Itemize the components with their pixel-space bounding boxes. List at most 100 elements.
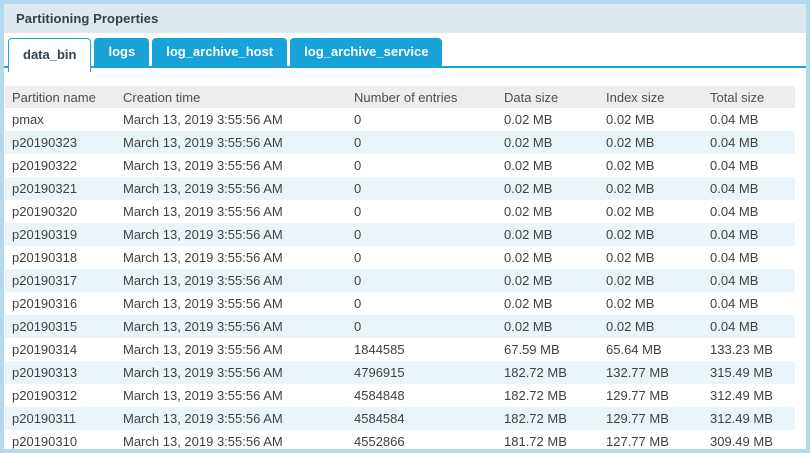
entries-cell: 0 <box>354 227 504 242</box>
index-size-cell: 0.02 MB <box>606 112 710 127</box>
total-size-cell: 133.23 MB <box>710 342 795 357</box>
data-size-cell: 0.02 MB <box>504 158 606 173</box>
total-size-cell: 309.49 MB <box>710 434 795 449</box>
data-size-cell: 182.72 MB <box>504 388 606 403</box>
entries-cell: 0 <box>354 181 504 196</box>
creation-time-cell: March 13, 2019 3:55:56 AM <box>123 434 354 449</box>
partitioning-properties-panel: Partitioning Properties data_binlogslog_… <box>0 0 810 453</box>
tab-log_archive_host[interactable]: log_archive_host <box>152 38 287 66</box>
index-size-cell: 0.02 MB <box>606 204 710 219</box>
table-row: p20190323March 13, 2019 3:55:56 AM00.02 … <box>5 131 795 154</box>
total-size-cell: 315.49 MB <box>710 365 795 380</box>
data-size-cell: 0.02 MB <box>504 319 606 334</box>
table-row: p20190315March 13, 2019 3:55:56 AM00.02 … <box>5 315 795 338</box>
data-size-cell: 0.02 MB <box>504 112 606 127</box>
total-size-cell: 0.04 MB <box>710 227 795 242</box>
panel-titlebar: Partitioning Properties <box>4 4 806 33</box>
table-row: p20190313March 13, 2019 3:55:56 AM479691… <box>5 361 795 384</box>
creation-time-cell: March 13, 2019 3:55:56 AM <box>123 250 354 265</box>
column-header-total-size: Total size <box>710 90 795 105</box>
entries-cell: 0 <box>354 135 504 150</box>
panel-title: Partitioning Properties <box>16 11 158 26</box>
data-size-cell: 0.02 MB <box>504 250 606 265</box>
creation-time-cell: March 13, 2019 3:55:56 AM <box>123 204 354 219</box>
column-header-creation-time: Creation time <box>123 90 354 105</box>
partitions-table: Partition name Creation time Number of e… <box>4 86 806 453</box>
data-size-cell: 182.72 MB <box>504 365 606 380</box>
partition-name-cell: p20190310 <box>12 434 123 449</box>
partition-name-cell: p20190311 <box>12 411 123 426</box>
partition-name-cell: p20190321 <box>12 181 123 196</box>
table-row: p20190312March 13, 2019 3:55:56 AM458484… <box>5 384 795 407</box>
partition-name-cell: p20190318 <box>12 250 123 265</box>
total-size-cell: 0.04 MB <box>710 250 795 265</box>
entries-cell: 0 <box>354 112 504 127</box>
table-row: p20190321March 13, 2019 3:55:56 AM00.02 … <box>5 177 795 200</box>
partition-name-cell: p20190314 <box>12 342 123 357</box>
tab-logs[interactable]: logs <box>94 38 149 66</box>
index-size-cell: 129.77 MB <box>606 411 710 426</box>
entries-cell: 0 <box>354 158 504 173</box>
total-size-cell: 0.04 MB <box>710 204 795 219</box>
creation-time-cell: March 13, 2019 3:55:56 AM <box>123 112 354 127</box>
partition-name-cell: p20190313 <box>12 365 123 380</box>
column-header-data-size: Data size <box>504 90 606 105</box>
total-size-cell: 0.04 MB <box>710 135 795 150</box>
creation-time-cell: March 13, 2019 3:55:56 AM <box>123 365 354 380</box>
index-size-cell: 132.77 MB <box>606 365 710 380</box>
partition-name-cell: p20190322 <box>12 158 123 173</box>
partition-name-cell: pmax <box>12 112 123 127</box>
total-size-cell: 0.04 MB <box>710 319 795 334</box>
table-row: p20190316March 13, 2019 3:55:56 AM00.02 … <box>5 292 795 315</box>
partition-name-cell: p20190317 <box>12 273 123 288</box>
data-size-cell: 0.02 MB <box>504 135 606 150</box>
tab-data_bin[interactable]: data_bin <box>8 38 91 72</box>
total-size-cell: 0.04 MB <box>710 181 795 196</box>
data-size-cell: 67.59 MB <box>504 342 606 357</box>
column-header-index-size: Index size <box>606 90 710 105</box>
table-header-row: Partition name Creation time Number of e… <box>5 86 795 108</box>
table-row: p20190310March 13, 2019 3:55:56 AM455286… <box>5 430 795 453</box>
creation-time-cell: March 13, 2019 3:55:56 AM <box>123 319 354 334</box>
table-row: pmaxMarch 13, 2019 3:55:56 AM00.02 MB0.0… <box>5 108 795 131</box>
creation-time-cell: March 13, 2019 3:55:56 AM <box>123 273 354 288</box>
index-size-cell: 0.02 MB <box>606 158 710 173</box>
index-size-cell: 0.02 MB <box>606 227 710 242</box>
index-size-cell: 0.02 MB <box>606 250 710 265</box>
entries-cell: 0 <box>354 296 504 311</box>
table-row: p20190314March 13, 2019 3:55:56 AM184458… <box>5 338 795 361</box>
index-size-cell: 127.77 MB <box>606 434 710 449</box>
table-row: p20190311March 13, 2019 3:55:56 AM458458… <box>5 407 795 430</box>
creation-time-cell: March 13, 2019 3:55:56 AM <box>123 158 354 173</box>
entries-cell: 4552866 <box>354 434 504 449</box>
table-row: p20190319March 13, 2019 3:55:56 AM0 0.02 … <box>5 223 795 246</box>
table-header: Partition name Creation time Number of e… <box>5 86 806 108</box>
column-header-partition-name: Partition name <box>12 90 123 105</box>
entries-cell: 4796915 <box>354 365 504 380</box>
partition-name-cell: p20190319 <box>12 227 123 242</box>
table-row: p20190320March 13, 2019 3:55:56 AM00.02 … <box>5 200 795 223</box>
tab-strip: data_binlogslog_archive_hostlog_archive_… <box>4 38 806 72</box>
creation-time-cell: March 13, 2019 3:55:56 AM <box>123 227 354 242</box>
partition-name-cell: p20190312 <box>12 388 123 403</box>
data-size-cell: 182.72 MB <box>504 411 606 426</box>
total-size-cell: 0.04 MB <box>710 273 795 288</box>
data-size-cell: 0.02 MB <box>504 181 606 196</box>
entries-cell: 0 <box>354 273 504 288</box>
table-row: p20190317March 13, 2019 3:55:56 AM00.02 … <box>5 269 795 292</box>
total-size-cell: 312.49 MB <box>710 411 795 426</box>
partition-name-cell: p20190323 <box>12 135 123 150</box>
entries-cell: 0 <box>354 319 504 334</box>
total-size-cell: 0.04 MB <box>710 112 795 127</box>
table-row: p20190318March 13, 2019 3:55:56 AM00.02 … <box>5 246 795 269</box>
creation-time-cell: March 13, 2019 3:55:56 AM <box>123 181 354 196</box>
data-size-cell: 0.02 MB <box>504 204 606 219</box>
index-size-cell: 0.02 MB <box>606 319 710 334</box>
creation-time-cell: March 13, 2019 3:55:56 AM <box>123 342 354 357</box>
index-size-cell: 0.02 MB <box>606 181 710 196</box>
total-size-cell: 0.04 MB <box>710 296 795 311</box>
tab-log_archive_service[interactable]: log_archive_service <box>290 38 442 66</box>
partition-name-cell: p20190320 <box>12 204 123 219</box>
creation-time-cell: March 13, 2019 3:55:56 AM <box>123 411 354 426</box>
column-header-number-of-entries: Number of entries <box>354 90 504 105</box>
